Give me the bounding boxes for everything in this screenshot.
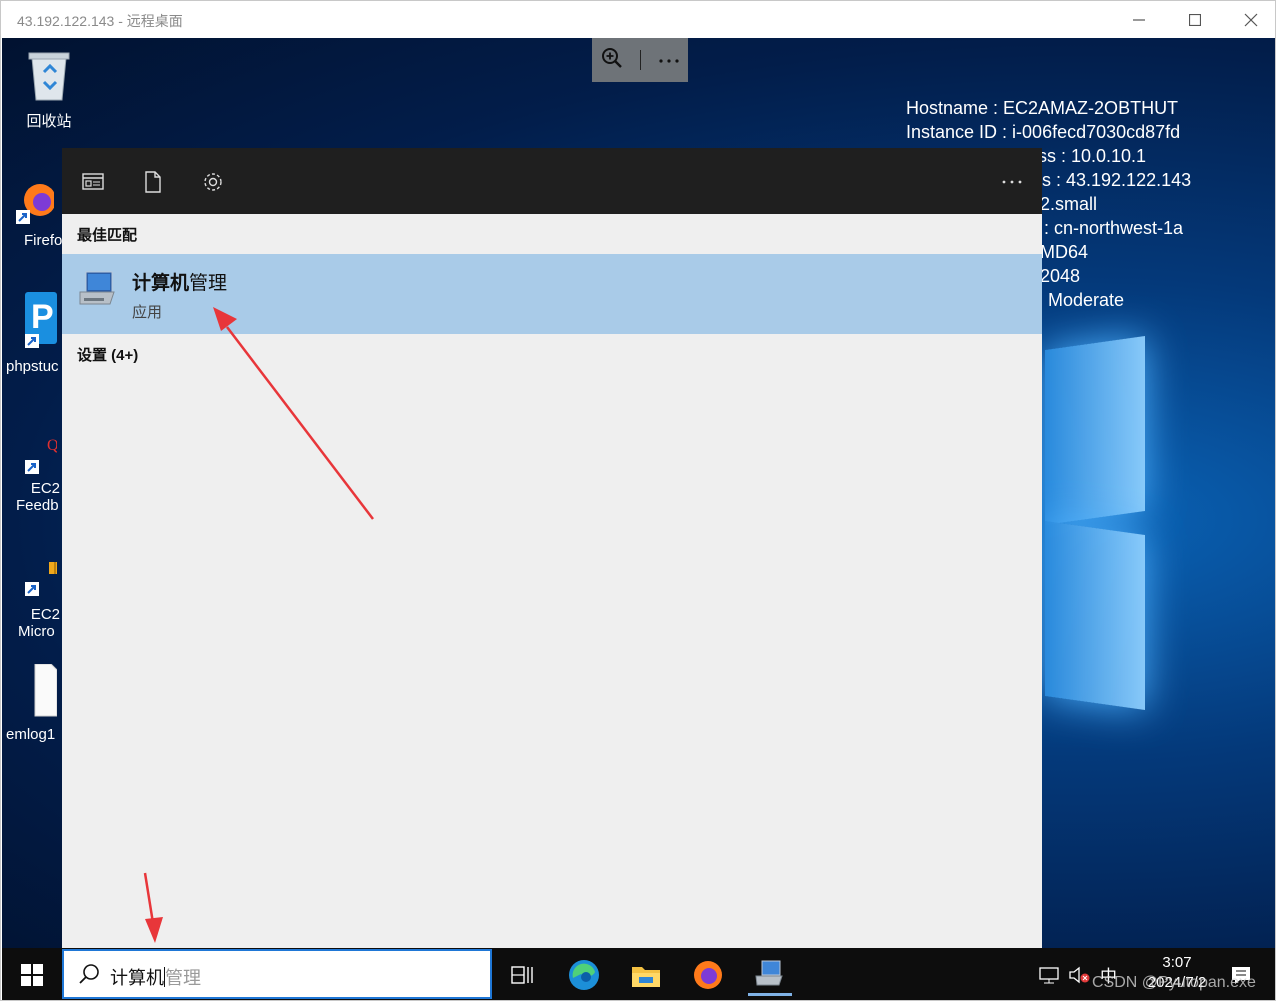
result-type: 应用 [132, 304, 163, 321]
desktop-icon-ec2-feedback[interactable]: Q EC2 Feedb [6, 432, 62, 514]
folder-icon [632, 967, 660, 987]
start-search-panel: 最佳匹配 计算机管理 应用 设置 (4+) [62, 148, 1042, 949]
search-options-button[interactable] [1000, 170, 1024, 194]
close-icon [1244, 13, 1258, 26]
settings-results-heading[interactable]: 设置 (4+) [77, 344, 138, 365]
package-icon [25, 562, 61, 596]
phpstudy-icon: P [25, 292, 57, 348]
best-match-result[interactable]: 计算机管理 应用 [62, 254, 1042, 334]
window-title: 43.192.122.143 - 远程桌面 [17, 13, 183, 29]
more-icon [1002, 180, 1022, 184]
volume-muted-icon [1069, 966, 1090, 983]
sysinfo-hostname: Hostname : EC2AMAZ-2OBTHUT [906, 98, 1179, 118]
search-input[interactable]: 计算机管理 [110, 964, 201, 990]
taskbar-search-box[interactable]: 计算机管理 [62, 949, 492, 999]
taskbar-firefox[interactable] [686, 954, 730, 996]
network-tray-button[interactable] [1038, 948, 1060, 1000]
search-filter-bar [62, 148, 1042, 214]
maximize-button[interactable] [1167, 1, 1223, 38]
recycle-bin-label: 回收站 [26, 113, 72, 130]
search-icon [79, 964, 99, 984]
task-view-button[interactable] [500, 954, 544, 996]
feedback-label-line2: Feedb [16, 497, 59, 514]
minimize-icon [1133, 18, 1145, 21]
taskbar-edge[interactable] [562, 954, 606, 996]
taskbar-file-explorer[interactable] [624, 954, 668, 996]
remote-desktop: Hostname : EC2AMAZ-2OBTHUT Instance ID :… [2, 38, 1275, 1000]
document-icon [145, 171, 161, 193]
network-icon [1039, 966, 1059, 983]
zoom-in-icon [601, 47, 622, 68]
maximize-icon [1189, 13, 1201, 26]
desktop-icon-ec2-microsoft[interactable]: EC2 Micro [6, 556, 62, 640]
title-bar: 43.192.122.143 - 远程桌面 [1, 1, 1275, 38]
svg-text:Q: Q [47, 437, 57, 454]
desktop-icon-firefox[interactable]: Firefo [6, 176, 62, 249]
firefox-icon [694, 961, 722, 989]
desktop-icon-emlog[interactable]: emlog1 [6, 663, 62, 743]
phpstudy-label: phpstuc [6, 358, 59, 375]
apps-icon [82, 173, 104, 190]
rdp-connection-bar [592, 38, 688, 82]
svg-text:P: P [31, 298, 54, 336]
firefox-label: Firefo [24, 232, 63, 249]
computer-management-icon [755, 960, 783, 985]
zoom-button[interactable] [601, 47, 623, 74]
more-options-button[interactable] [658, 51, 680, 69]
more-icon [658, 59, 679, 63]
micro-label-line2: Micro [18, 623, 55, 640]
firefox-icon [16, 184, 56, 224]
taskbar-computer-management[interactable] [748, 954, 792, 996]
windows-logo-wallpaper [1035, 335, 1145, 711]
feedback-label-line1: EC2 [30, 480, 60, 497]
settings-filter-button[interactable] [201, 170, 225, 194]
file-icon [34, 663, 58, 717]
feedback-icon: Q [25, 437, 59, 474]
windows-start-icon [21, 964, 43, 986]
result-title: 计算机管理 [132, 273, 228, 294]
desktop-icon-recycle-bin[interactable]: 回收站 [12, 48, 86, 131]
sysinfo-instance-id: Instance ID : i-006fecd7030cd87fd [906, 122, 1181, 142]
minimize-button[interactable] [1111, 1, 1167, 38]
documents-filter-button[interactable] [141, 170, 165, 194]
close-button[interactable] [1223, 1, 1275, 38]
clock-time: 3:07 [1162, 954, 1192, 971]
desktop-icon-phpstudy[interactable]: P phpstuc [6, 292, 62, 375]
best-match-heading: 最佳匹配 [77, 227, 138, 244]
gear-icon [204, 173, 222, 191]
csdn-watermark: CSDN @Pyutopan.exe [1092, 974, 1256, 991]
computer-management-icon [79, 271, 115, 305]
recycle-bin-icon [28, 52, 70, 101]
apps-filter-button[interactable] [81, 170, 105, 194]
volume-tray-button[interactable] [1068, 948, 1092, 1000]
emlog-label: emlog1 [6, 726, 56, 743]
remote-desktop-window: 43.192.122.143 - 远程桌面 Hostname : EC2AMAZ… [0, 0, 1276, 1001]
task-view-icon [511, 966, 533, 984]
micro-label-line1: EC2 [30, 606, 60, 623]
edge-icon [569, 960, 599, 990]
start-button[interactable] [12, 958, 52, 992]
taskbar: 计算机管理 中 3:07 2024/7/2 CSDN @Pyutopan.exe [2, 948, 1275, 1000]
